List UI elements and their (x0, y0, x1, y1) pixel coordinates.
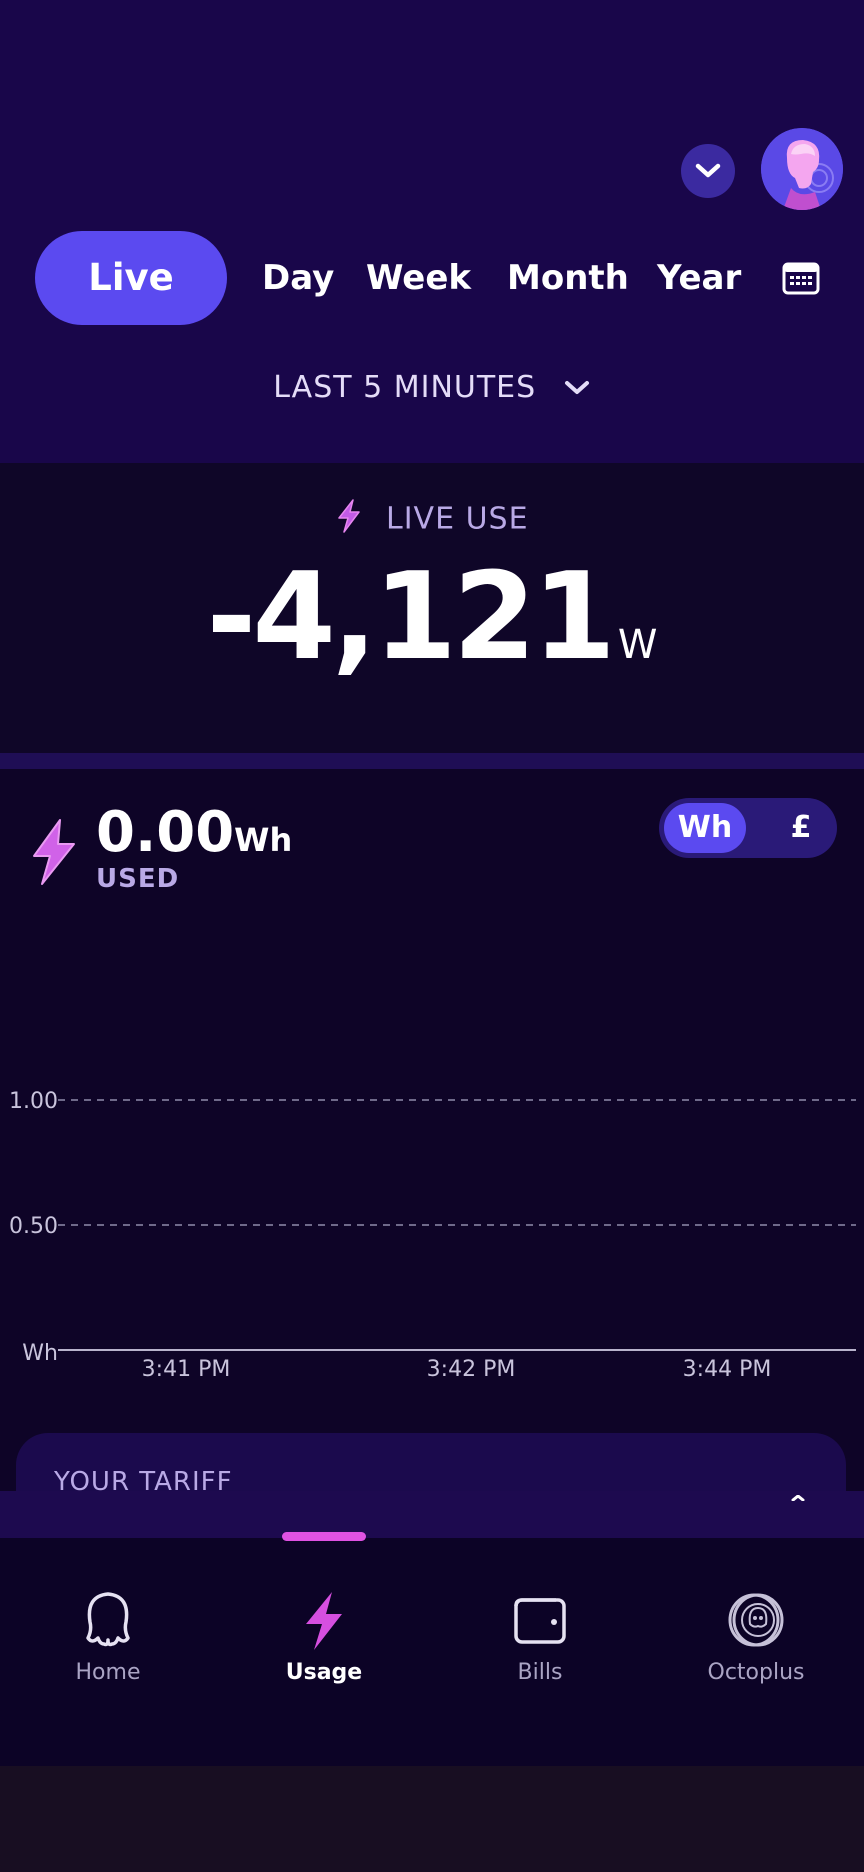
chart-x-tick-label: 3:44 PM (683, 1357, 772, 1382)
usage-total-value: 0.00 (96, 800, 235, 865)
section-divider (0, 753, 864, 769)
active-tab-indicator (282, 1532, 366, 1541)
octoplus-coin-icon (728, 1593, 784, 1647)
usage-total: 0.00Wh (96, 800, 292, 865)
nav-label-bills: Bills (517, 1660, 563, 1685)
chart-x-tick-label: 3:42 PM (427, 1357, 516, 1382)
chevron-up-icon[interactable] (790, 1486, 806, 1505)
user-avatar-icon (761, 128, 843, 210)
lightning-bolt-icon (306, 1592, 342, 1650)
tab-month[interactable]: Month (507, 231, 629, 325)
nav-item-home[interactable]: Home (0, 1590, 216, 1720)
nav-item-usage[interactable]: Usage (216, 1590, 432, 1720)
calendar-icon (782, 262, 820, 295)
nav-label-usage: Usage (285, 1660, 363, 1685)
chart-y-tick-label: 1.00 (9, 1089, 58, 1114)
lightning-bolt-icon (335, 498, 363, 542)
unit-option-gbp[interactable]: £ (771, 803, 831, 853)
usage-total-label: USED (96, 864, 180, 894)
account-dropdown-button[interactable] (681, 144, 735, 198)
lightning-bolt-icon (28, 816, 80, 892)
nav-label-octoplus: Octoplus (707, 1660, 805, 1685)
octopus-icon (86, 1592, 130, 1647)
live-use-label: LIVE USE (386, 501, 529, 537)
nav-item-octoplus[interactable]: Octoplus (648, 1590, 864, 1720)
chevron-down-icon (695, 163, 721, 178)
chart-y-axis-label: Wh (22, 1341, 58, 1366)
usage-chart: 1.00 0.50 Wh 3:41 PM 3:42 PM 3:44 PM (9, 1089, 856, 1382)
tab-week[interactable]: Week (366, 231, 471, 325)
chart-y-tick-label: 0.50 (9, 1214, 58, 1239)
wallet-icon (514, 1598, 566, 1644)
tab-live[interactable]: Live (35, 231, 227, 325)
chart-x-tick-label: 3:41 PM (142, 1357, 231, 1382)
live-use-unit: W (617, 622, 658, 668)
nav-label-home: Home (75, 1660, 141, 1685)
usage-total-unit: Wh (234, 821, 293, 859)
range-selector[interactable]: LAST 5 MINUTES (0, 370, 864, 406)
unit-toggle[interactable]: Wh £ (659, 798, 837, 858)
live-use-heading: LIVE USE (0, 498, 864, 542)
system-navigation-bar (0, 1766, 864, 1872)
period-tabs: Live Day Week Month Year (0, 231, 864, 325)
range-label: LAST 5 MINUTES (273, 370, 537, 405)
tab-year[interactable]: Year (657, 231, 741, 325)
unit-option-wh[interactable]: Wh (664, 803, 746, 853)
live-use-value: -4,121 (206, 548, 616, 687)
chevron-down-icon (563, 371, 591, 406)
avatar[interactable] (761, 128, 843, 210)
bottom-nav-top-strip (0, 1491, 864, 1538)
nav-item-bills[interactable]: Bills (432, 1590, 648, 1720)
live-use-reading: -4,121 W (0, 548, 864, 687)
calendar-button[interactable] (781, 260, 821, 296)
tab-day[interactable]: Day (262, 231, 334, 325)
